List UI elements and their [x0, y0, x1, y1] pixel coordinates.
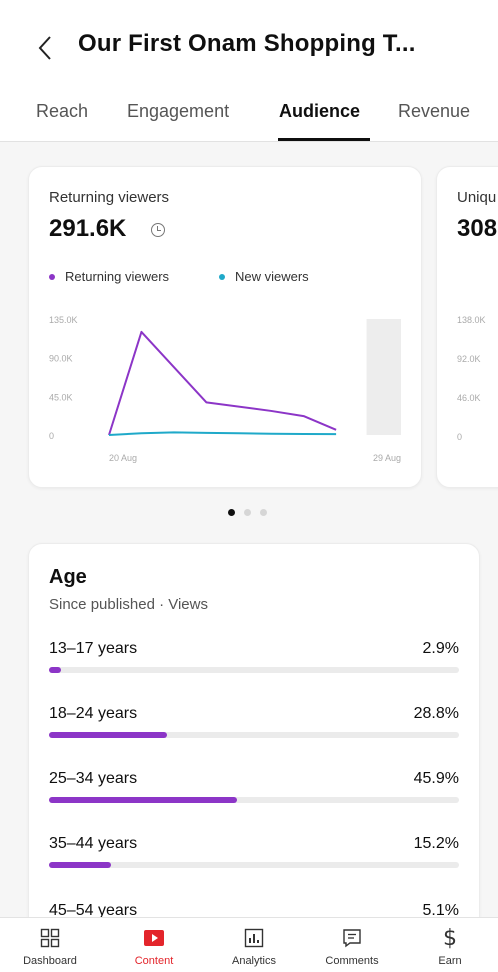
age-title: Age — [49, 566, 87, 588]
age-card: Age Since published · Views 13–17 years … — [28, 543, 480, 972]
legend-item-returning: Returning viewers — [49, 269, 169, 284]
nav-label: Comments — [325, 955, 379, 967]
shaded-region — [366, 319, 401, 435]
content-icon — [144, 930, 164, 946]
nav-earn[interactable]: $ Earn — [410, 924, 490, 968]
bar-track — [49, 732, 459, 738]
metric-label: Uniqu — [457, 189, 497, 206]
x-tick-label: 20 Aug — [109, 453, 137, 463]
bar-fill — [49, 797, 238, 803]
analytics-icon — [244, 928, 264, 948]
nav-dashboard[interactable]: Dashboard — [10, 924, 90, 967]
y-tick-label: 92.0K — [457, 354, 481, 364]
nav-analytics[interactable]: Analytics — [214, 924, 294, 967]
age-percentage: 2.9% — [422, 640, 459, 657]
tab-audience[interactable]: Audience — [279, 101, 360, 122]
active-tab-indicator — [278, 138, 370, 141]
chevron-left-icon — [38, 36, 51, 60]
legend-label: New viewers — [235, 269, 309, 284]
tab-bar: Reach Engagement Audience Revenue — [0, 92, 498, 142]
y-tick-label: 45.0K — [49, 392, 73, 402]
x-tick-label: 29 Aug — [373, 453, 401, 463]
y-tick-label: 0 — [457, 432, 462, 442]
pager-dot[interactable] — [260, 509, 267, 516]
mini-chart: 138.0K 92.0K 46.0K 0 — [457, 315, 486, 442]
y-tick-label: 138.0K — [457, 315, 486, 325]
line-chart: 135.0K 90.0K 45.0K 0 20 Aug 29 Aug — [49, 315, 401, 463]
comments-icon — [343, 929, 361, 948]
nav-content[interactable]: Content — [114, 924, 194, 967]
bar-track — [49, 862, 459, 868]
tab-revenue[interactable]: Revenue — [398, 101, 470, 122]
bar-track — [49, 667, 459, 673]
pager-dot[interactable] — [244, 509, 251, 516]
age-row: 25–34 years 45.9% — [49, 770, 459, 820]
nav-label: Content — [134, 955, 174, 967]
age-percentage: 28.8% — [413, 705, 459, 722]
nav-comments[interactable]: Comments — [312, 924, 392, 967]
earn-icon: $ — [443, 925, 457, 951]
unique-viewers-card[interactable]: Uniqu 308 138.0K 92.0K 46.0K 0 — [436, 166, 498, 488]
y-tick-label: 0 — [49, 431, 54, 441]
returning-viewers-card[interactable]: Returning viewers 291.6K Returning viewe… — [28, 166, 422, 488]
clock-icon — [151, 223, 165, 237]
pager-dot-active[interactable] — [228, 509, 235, 516]
bar-fill — [49, 732, 168, 738]
metric-value: 308 — [457, 215, 498, 242]
bar-fill — [49, 862, 112, 868]
age-percentage: 15.2% — [413, 835, 459, 852]
age-range-label: 18–24 years — [49, 705, 138, 722]
age-row: 13–17 years 2.9% — [49, 640, 459, 690]
nav-label: Earn — [438, 955, 462, 967]
age-row: 18–24 years 28.8% — [49, 705, 459, 755]
y-tick-label: 135.0K — [49, 315, 78, 325]
app-screen: Our First Onam Shopping T... Reach Engag… — [0, 0, 498, 972]
bar-track — [49, 797, 459, 803]
metric-value: 291.6K — [49, 215, 127, 242]
legend-dot — [219, 273, 225, 280]
age-range-label: 25–34 years — [49, 770, 138, 787]
legend-dot — [49, 273, 55, 280]
header: Our First Onam Shopping T... — [0, 0, 498, 92]
nav-label: Analytics — [231, 955, 277, 967]
series-line-returning-viewers — [108, 330, 337, 436]
nav-label: Dashboard — [23, 955, 77, 967]
age-subtitle: Since published · Views — [49, 596, 208, 613]
metric-label: Returning viewers — [49, 189, 170, 206]
bottom-navigation: Dashboard Content Analytics Comments $ E… — [0, 917, 498, 972]
age-row: 35–44 years 15.2% — [49, 835, 459, 885]
legend-label: Returning viewers — [65, 269, 170, 284]
y-tick-label: 46.0K — [457, 393, 481, 403]
series-line-new-viewers — [108, 431, 337, 436]
bar-fill — [49, 667, 61, 673]
age-range-label: 35–44 years — [49, 835, 138, 852]
tab-engagement[interactable]: Engagement — [127, 101, 229, 122]
dashboard-icon — [40, 928, 60, 948]
legend-item-new: New viewers — [219, 269, 309, 284]
age-percentage: 45.9% — [413, 770, 459, 787]
page-title: Our First Onam Shopping T... — [78, 30, 416, 57]
tab-reach[interactable]: Reach — [36, 101, 88, 122]
age-range-label: 13–17 years — [49, 640, 138, 657]
back-button[interactable] — [30, 30, 60, 66]
y-tick-label: 90.0K — [49, 354, 73, 364]
carousel-pager — [228, 509, 267, 516]
